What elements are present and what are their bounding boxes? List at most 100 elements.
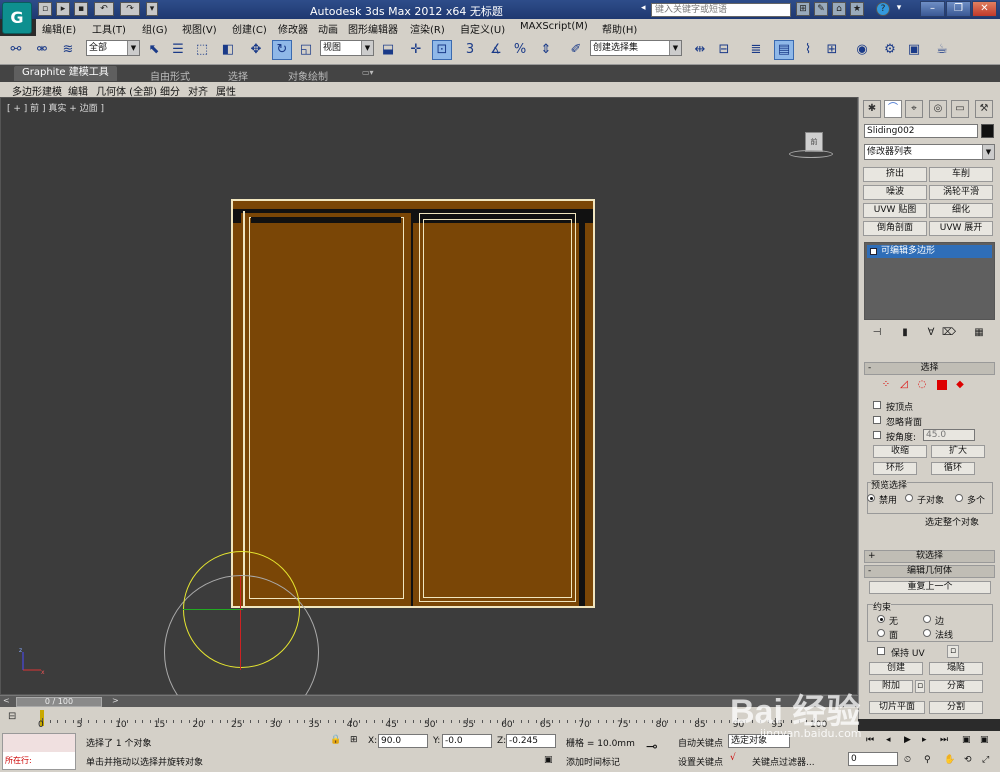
search-expand-icon[interactable]: ◂ <box>641 3 649 15</box>
material-editor-icon[interactable]: ◉ <box>852 40 872 60</box>
vertex-mode-icon[interactable]: ⁘ <box>881 380 891 390</box>
preview-multi-radio[interactable] <box>955 494 963 502</box>
snaps-toggle-icon[interactable]: 3 <box>460 40 480 60</box>
unwrap-uvw-button[interactable]: UVW 展开 <box>929 221 993 236</box>
pin-stack-icon[interactable]: ⊣ <box>869 327 885 341</box>
unlink-icon[interactable]: ⚮ <box>32 40 52 60</box>
menu-group[interactable]: 组(G) <box>142 21 168 36</box>
tab-object-paint[interactable]: 对象绘制 <box>288 68 328 83</box>
menu-modifiers[interactable]: 修改器 <box>278 21 308 36</box>
selection-filter-dropdown[interactable]: 全部 ▼ <box>86 40 140 56</box>
edge-mode-icon[interactable]: ◿ <box>899 380 909 390</box>
object-color-swatch[interactable] <box>981 124 994 138</box>
help-icon[interactable]: ? <box>876 2 890 16</box>
menu-rendering[interactable]: 渲染(R) <box>410 21 445 36</box>
ring-button[interactable]: 环形 <box>873 462 917 475</box>
sliding-wardrobe-object[interactable] <box>231 199 595 608</box>
goto-end-icon[interactable]: ⏭ <box>940 735 948 745</box>
turbosmooth-button[interactable]: 涡轮平滑 <box>929 185 993 200</box>
menu-edit[interactable]: 编辑(E) <box>42 21 76 36</box>
viewcube[interactable]: 前 <box>789 132 833 160</box>
soft-selection-rollout-header[interactable]: + 软选择 <box>864 550 995 563</box>
curve-editor-icon[interactable]: ⌇ <box>798 40 818 60</box>
extrude-button[interactable]: 挤出 <box>863 167 927 182</box>
reference-coord-dropdown[interactable]: 视图 ▼ <box>320 40 374 56</box>
collapse-button[interactable]: 塌陷 <box>929 662 983 675</box>
rect-selection-icon[interactable]: ⬚ <box>192 40 212 60</box>
spinner-snap-icon[interactable]: ⇕ <box>536 40 556 60</box>
link-icon[interactable]: ⚯ <box>6 40 26 60</box>
x-coordinate-field[interactable]: 90.0 <box>378 734 428 748</box>
scale-icon[interactable]: ◱ <box>296 40 316 60</box>
viewcube-face[interactable]: 前 <box>805 132 823 152</box>
time-next-icon[interactable]: > <box>112 696 122 706</box>
border-mode-icon[interactable]: ◌ <box>917 380 927 390</box>
schematic-view-icon[interactable]: ⊞ <box>822 40 842 60</box>
preserve-uv-checkbox[interactable] <box>877 647 885 655</box>
angle-spinner[interactable]: 45.0 <box>923 429 975 441</box>
next-frame-icon[interactable]: ▸ <box>922 735 927 745</box>
absolute-mode-icon[interactable]: ⊞ <box>350 735 358 745</box>
save-icon[interactable]: ▪ <box>74 2 88 16</box>
bevel-profile-button[interactable]: 倒角剖面 <box>863 221 927 236</box>
configure-modifier-sets-icon[interactable]: ▦ <box>971 327 987 341</box>
hierarchy-tab-icon[interactable]: ⌖ <box>905 100 923 118</box>
loop-button[interactable]: 循环 <box>931 462 975 475</box>
uvw-map-button[interactable]: UVW 贴图 <box>863 203 927 218</box>
maximize-viewport-icon[interactable]: ⤢ <box>982 755 989 765</box>
key-filters-button[interactable]: 关键点过滤器... <box>752 755 815 768</box>
render-setup-icon[interactable]: ⚙ <box>880 40 900 60</box>
stack-item-editable-poly[interactable]: 可编辑多边形 <box>867 245 992 258</box>
by-angle-checkbox[interactable] <box>873 431 881 439</box>
time-slider-thumb[interactable]: 0 / 100 <box>16 697 102 707</box>
split-button[interactable]: 分割 <box>929 701 983 714</box>
menu-animation[interactable]: 动画 <box>318 21 338 36</box>
panel-polygon-modeling[interactable]: 多边形建模 <box>12 83 62 98</box>
panel-subdivision[interactable]: 细分 <box>160 83 180 98</box>
viewport-label[interactable]: [ + ] 前 ] 真实 + 边面 ] <box>7 101 104 114</box>
zoom-extents-icon[interactable]: ▣ <box>962 735 971 745</box>
percent-snap-icon[interactable]: % <box>510 40 530 60</box>
tab-selection[interactable]: 选择 <box>228 68 248 83</box>
search-input[interactable]: 键入关键字或短语 <box>651 3 791 17</box>
open-mini-curve-editor-icon[interactable]: ⊟ <box>8 711 22 723</box>
tab-graphite-modeling[interactable]: Graphite 建模工具 <box>14 66 117 81</box>
favorites-icon[interactable]: ★ <box>850 2 864 16</box>
time-tag-icon[interactable]: ▣ <box>544 755 553 765</box>
menu-graph-editors[interactable]: 图形编辑器 <box>348 21 398 36</box>
front-viewport[interactable]: [ + ] 前 ] 真实 + 边面 ] 前 z x <box>0 97 858 730</box>
constraint-edge-radio[interactable] <box>923 615 931 623</box>
pan-icon[interactable]: ✋ <box>944 755 955 765</box>
quick-access-dropdown-icon[interactable]: ▾ <box>146 2 158 16</box>
app-logo-icon[interactable]: G <box>2 2 32 34</box>
y-coordinate-field[interactable]: -0.0 <box>442 734 492 748</box>
lathe-button[interactable]: 车削 <box>929 167 993 182</box>
help-dropdown-icon[interactable]: ▾ <box>894 2 904 16</box>
grow-button[interactable]: 扩大 <box>931 445 985 458</box>
select-by-name-icon[interactable]: ☰ <box>168 40 188 60</box>
create-button[interactable]: 创建 <box>869 662 923 675</box>
new-file-icon[interactable]: ▫ <box>38 2 52 16</box>
open-file-icon[interactable]: ▸ <box>56 2 70 16</box>
attach-settings-icon[interactable]: ▫ <box>915 680 925 693</box>
expand-icon[interactable] <box>870 248 877 255</box>
mirror-icon[interactable]: ⇹ <box>690 40 710 60</box>
detach-button[interactable]: 分离 <box>929 680 983 693</box>
set-key-button[interactable]: 设置关键点 <box>678 755 723 768</box>
comm-center-icon[interactable]: ⌂ <box>832 2 846 16</box>
polygon-mode-icon[interactable] <box>937 380 947 390</box>
attach-button[interactable]: 附加 <box>869 680 913 693</box>
current-frame-field[interactable]: 0 <box>848 752 898 766</box>
time-config-icon[interactable]: ⏲ <box>904 755 911 765</box>
panel-align[interactable]: 对齐 <box>188 83 208 98</box>
angle-snap-icon[interactable]: ∡ <box>486 40 506 60</box>
maxscript-listener[interactable]: 所在行: <box>2 733 76 770</box>
redo-icon[interactable]: ↷ <box>120 2 140 16</box>
preview-subobject-radio[interactable] <box>905 494 913 502</box>
prev-frame-icon[interactable]: ◂ <box>886 735 891 745</box>
ribbon-options-icon[interactable]: ▭▾ <box>362 68 374 77</box>
render-production-icon[interactable]: ☕ <box>932 40 952 60</box>
constraint-face-radio[interactable] <box>877 629 885 637</box>
zoom-extents-all-icon[interactable]: ▣ <box>980 735 989 745</box>
by-vertex-checkbox[interactable] <box>873 401 881 409</box>
